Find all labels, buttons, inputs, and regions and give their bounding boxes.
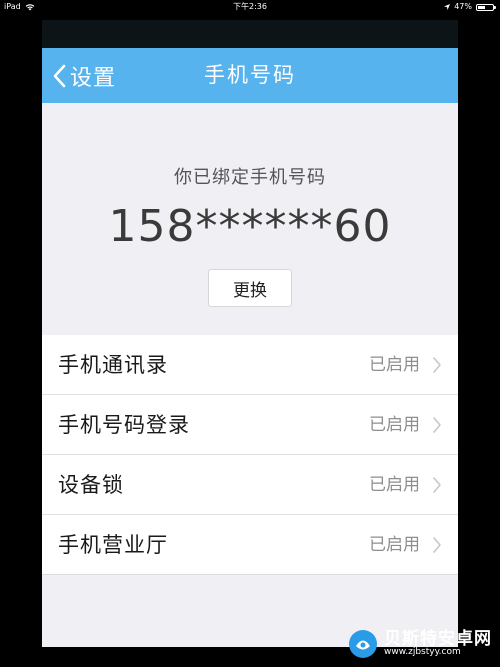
back-button[interactable]: 设置 — [52, 48, 116, 103]
status-time: 下午2:36 — [233, 2, 267, 11]
chevron-right-icon — [433, 537, 441, 553]
battery-percent: 47% — [454, 2, 472, 11]
list-item-device-lock[interactable]: 设备锁 已启用 — [42, 455, 458, 515]
settings-list: 手机通讯录 已启用 手机号码登录 已启用 设备锁 已启用 手机营业厅 已启用 — [42, 335, 458, 575]
watermark-name: 贝斯特安卓网 — [384, 628, 492, 649]
battery-level — [478, 5, 485, 9]
chevron-right-icon — [433, 357, 441, 373]
row-label: 手机营业厅 — [58, 533, 168, 557]
app-window: 设置 手机号码 你已绑定手机号码 158******60 更换 手机通讯录 已启… — [42, 20, 458, 647]
watermark-text: 贝斯特安卓网 www.zjbstyy.com — [384, 630, 492, 659]
chevron-right-icon — [433, 417, 441, 433]
row-label: 设备锁 — [58, 473, 124, 497]
battery-icon — [476, 3, 496, 11]
list-item-contacts[interactable]: 手机通讯录 已启用 — [42, 335, 458, 395]
status-right: 47% — [444, 0, 496, 14]
bound-phone-section: 你已绑定手机号码 158******60 更换 — [42, 103, 458, 335]
watermark-logo-icon — [349, 630, 377, 658]
row-status: 已启用 — [369, 355, 420, 375]
row-label: 手机通讯录 — [58, 353, 168, 377]
list-item-mobile-hall[interactable]: 手机营业厅 已启用 — [42, 515, 458, 575]
row-label: 手机号码登录 — [58, 413, 190, 437]
location-icon — [444, 4, 451, 10]
row-status: 已启用 — [369, 415, 420, 435]
watermark-url: www.zjbstyy.com — [384, 647, 461, 658]
nav-bar: 设置 手机号码 — [42, 48, 458, 103]
watermark: 贝斯特安卓网 www.zjbstyy.com — [348, 629, 492, 659]
app-top-strip — [42, 20, 458, 48]
screen: iPad 下午2:36 47% 设置 手机号码 你已绑定手机号码 158****… — [0, 0, 500, 667]
status-bar: iPad 下午2:36 47% — [0, 0, 500, 14]
phone-number: 158******60 — [108, 201, 392, 252]
list-item-phone-login[interactable]: 手机号码登录 已启用 — [42, 395, 458, 455]
row-status: 已启用 — [369, 475, 420, 495]
bound-caption: 你已绑定手机号码 — [174, 167, 326, 188]
chevron-left-icon — [53, 64, 66, 87]
change-button[interactable]: 更换 — [208, 269, 292, 307]
back-label: 设置 — [70, 65, 117, 91]
row-status: 已启用 — [369, 535, 420, 555]
chevron-right-icon — [433, 477, 441, 493]
